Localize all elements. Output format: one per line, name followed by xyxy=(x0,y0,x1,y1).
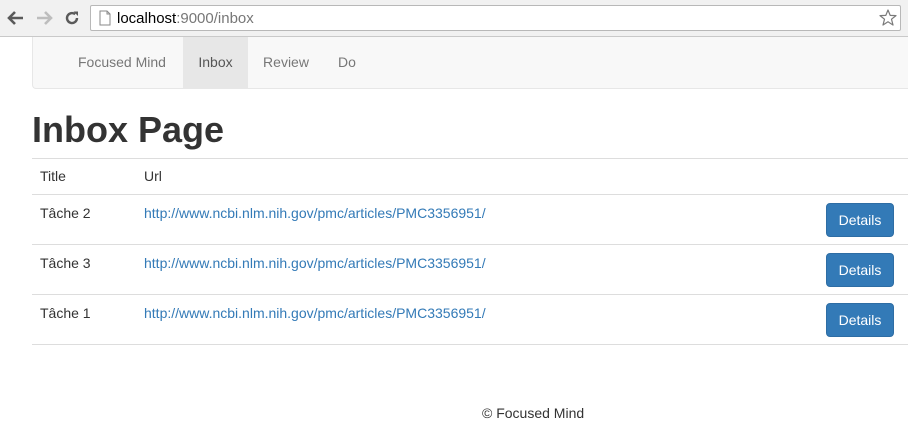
url-path: :9000/inbox xyxy=(176,10,254,27)
row-url-link[interactable]: http://www.ncbi.nlm.nih.gov/pmc/articles… xyxy=(144,255,486,271)
forward-button[interactable] xyxy=(34,7,54,29)
footer-text: © Focused Mind xyxy=(482,405,585,421)
details-button[interactable]: Details xyxy=(826,253,894,287)
row-title: Tâche 3 xyxy=(32,244,136,295)
column-header-url: Url xyxy=(136,158,745,195)
browser-toolbar: localhost:9000/inbox xyxy=(0,0,908,37)
row-url-cell: http://www.ncbi.nlm.nih.gov/pmc/articles… xyxy=(136,294,745,345)
row-actions: Details xyxy=(744,244,908,295)
star-icon[interactable] xyxy=(878,8,898,28)
row-url-cell: http://www.ncbi.nlm.nih.gov/pmc/articles… xyxy=(136,194,745,245)
url-text: localhost:9000/inbox xyxy=(117,10,254,27)
table-row: Tâche 3 http://www.ncbi.nlm.nih.gov/pmc/… xyxy=(32,244,908,295)
page-icon xyxy=(99,10,111,26)
column-header-title: Title xyxy=(32,158,136,195)
row-title: Tâche 2 xyxy=(32,194,136,245)
url-host: localhost xyxy=(117,10,177,27)
address-bar[interactable]: localhost:9000/inbox xyxy=(90,5,901,31)
navbar-brand[interactable]: Focused Mind xyxy=(78,37,166,88)
top-navbar: Focused Mind Inbox Review Do xyxy=(32,37,908,89)
page-title: Inbox Page xyxy=(32,109,225,150)
nav-item-review[interactable]: Review xyxy=(248,37,324,88)
nav-item-inbox[interactable]: Inbox xyxy=(183,37,248,88)
row-actions: Details xyxy=(744,194,908,245)
reload-icon xyxy=(65,11,79,25)
details-button[interactable]: Details xyxy=(826,203,894,237)
row-title: Tâche 1 xyxy=(32,294,136,345)
column-header-actions xyxy=(744,158,908,195)
table-row: Tâche 1 http://www.ncbi.nlm.nih.gov/pmc/… xyxy=(32,294,908,345)
table-header-row: Title Url xyxy=(32,158,908,195)
row-actions: Details xyxy=(744,294,908,345)
table-row: Tâche 2 http://www.ncbi.nlm.nih.gov/pmc/… xyxy=(32,194,908,245)
nav-item-do[interactable]: Do xyxy=(324,37,370,88)
row-url-cell: http://www.ncbi.nlm.nih.gov/pmc/articles… xyxy=(136,244,745,295)
row-url-link[interactable]: http://www.ncbi.nlm.nih.gov/pmc/articles… xyxy=(144,305,486,321)
back-button[interactable] xyxy=(6,7,26,29)
details-button[interactable]: Details xyxy=(826,303,894,337)
forward-arrow-icon xyxy=(37,11,53,25)
row-url-link[interactable]: http://www.ncbi.nlm.nih.gov/pmc/articles… xyxy=(144,205,486,221)
back-arrow-icon xyxy=(7,11,23,25)
inbox-table: Title Url Tâche 2 http://www.ncbi.nlm.ni… xyxy=(32,158,908,345)
reload-button[interactable] xyxy=(62,7,82,29)
